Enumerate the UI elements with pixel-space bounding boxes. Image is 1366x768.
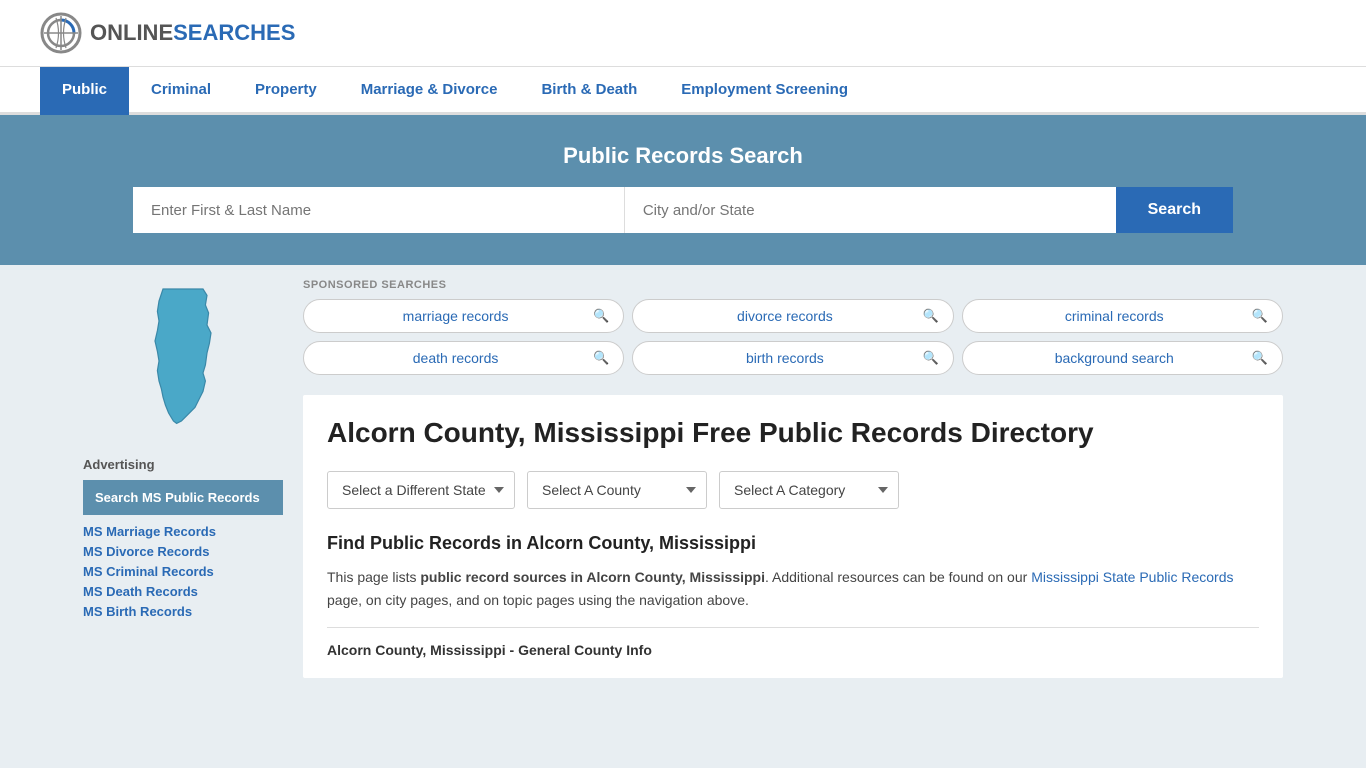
- search-bar: Search: [133, 187, 1233, 233]
- page-section: Alcorn County, Mississippi Free Public R…: [303, 395, 1283, 678]
- main-nav: Public Criminal Property Marriage & Divo…: [0, 67, 1366, 115]
- state-dropdown[interactable]: Select a Different State: [327, 471, 515, 509]
- sidebar-link-birth[interactable]: MS Birth Records: [83, 604, 192, 619]
- sidebar-link-death[interactable]: MS Death Records: [83, 584, 198, 599]
- county-info-header: Alcorn County, Mississippi - General Cou…: [327, 627, 1259, 658]
- sponsored-pills: marriage records 🔍 divorce records 🔍 cri…: [303, 299, 1283, 375]
- search-icon-divorce: 🔍: [922, 308, 938, 324]
- find-records-title: Find Public Records in Alcorn County, Mi…: [327, 533, 1259, 554]
- pill-marriage[interactable]: marriage records 🔍: [303, 299, 624, 333]
- page-title: Alcorn County, Mississippi Free Public R…: [327, 415, 1259, 451]
- nav-property[interactable]: Property: [233, 67, 339, 115]
- nav-employment[interactable]: Employment Screening: [659, 67, 870, 115]
- ms-state-records-link[interactable]: Mississippi State Public Records: [1031, 569, 1233, 585]
- nav-criminal[interactable]: Criminal: [129, 67, 233, 115]
- search-icon-birth: 🔍: [922, 350, 938, 366]
- location-input[interactable]: [625, 187, 1116, 233]
- search-icon-marriage: 🔍: [593, 308, 609, 324]
- search-button[interactable]: Search: [1116, 187, 1233, 233]
- advertising-label: Advertising: [83, 457, 283, 472]
- sidebar: Advertising Search MS Public Records MS …: [83, 265, 283, 698]
- logo-icon: [40, 12, 82, 54]
- mississippi-map-icon: [113, 281, 253, 441]
- main-content: SPONSORED SEARCHES marriage records 🔍 di…: [283, 265, 1283, 698]
- nav-birth-death[interactable]: Birth & Death: [519, 67, 659, 115]
- site-header: ONLINESEARCHES: [0, 0, 1366, 67]
- ad-box[interactable]: Search MS Public Records: [83, 480, 283, 515]
- hero-title: Public Records Search: [40, 143, 1326, 169]
- nav-marriage-divorce[interactable]: Marriage & Divorce: [339, 67, 520, 115]
- logo-text: ONLINESEARCHES: [90, 20, 295, 46]
- category-dropdown[interactable]: Select A Category: [719, 471, 899, 509]
- sidebar-link-criminal[interactable]: MS Criminal Records: [83, 564, 214, 579]
- sponsored-label: SPONSORED SEARCHES: [303, 279, 1283, 291]
- pill-death[interactable]: death records 🔍: [303, 341, 624, 375]
- pill-divorce[interactable]: divorce records 🔍: [632, 299, 953, 333]
- logo[interactable]: ONLINESEARCHES: [40, 12, 295, 54]
- sidebar-link-marriage[interactable]: MS Marriage Records: [83, 524, 216, 539]
- find-records-text: This page lists public record sources in…: [327, 566, 1259, 611]
- search-icon-death: 🔍: [593, 350, 609, 366]
- county-dropdown[interactable]: Select A County: [527, 471, 707, 509]
- name-input[interactable]: [133, 187, 625, 233]
- content-wrapper: Advertising Search MS Public Records MS …: [63, 265, 1303, 698]
- pill-background[interactable]: background search 🔍: [962, 341, 1283, 375]
- hero-section: Public Records Search Search: [0, 115, 1366, 265]
- search-icon-criminal: 🔍: [1252, 308, 1268, 324]
- sidebar-links: MS Marriage Records MS Divorce Records M…: [83, 523, 283, 619]
- dropdowns-row: Select a Different State Select A County…: [327, 471, 1259, 509]
- pill-birth[interactable]: birth records 🔍: [632, 341, 953, 375]
- search-icon-background: 🔍: [1252, 350, 1268, 366]
- sidebar-link-divorce[interactable]: MS Divorce Records: [83, 544, 209, 559]
- pill-criminal[interactable]: criminal records 🔍: [962, 299, 1283, 333]
- state-map: [83, 281, 283, 441]
- nav-public[interactable]: Public: [40, 67, 129, 115]
